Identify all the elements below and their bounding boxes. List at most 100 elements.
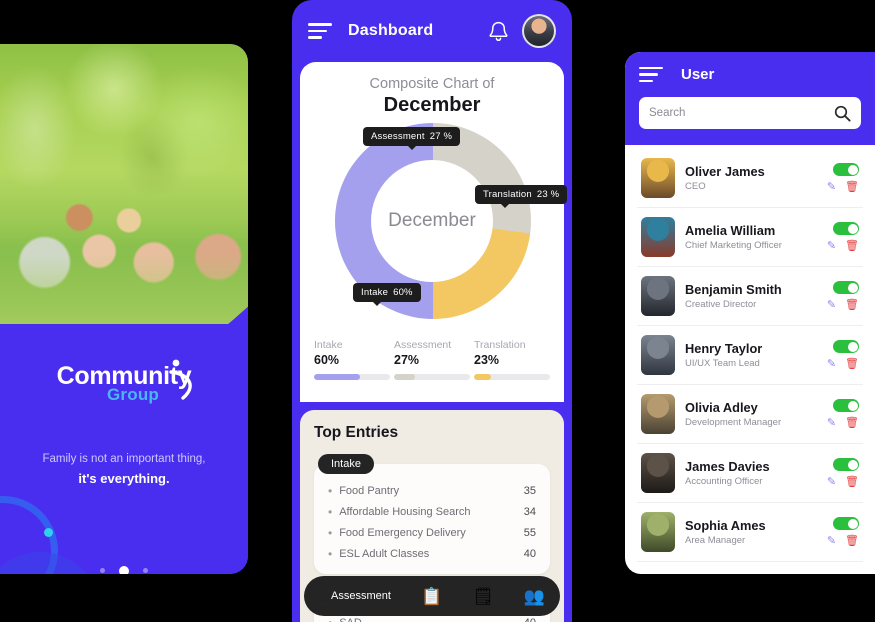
pencil-icon[interactable]: ✎ bbox=[827, 475, 836, 488]
chart-title: December bbox=[383, 94, 481, 116]
user-role: Area Manager bbox=[685, 535, 746, 546]
trash-icon[interactable]: 🗑 bbox=[845, 534, 859, 547]
entry-value: 40 bbox=[524, 617, 536, 622]
pencil-icon[interactable]: ✎ bbox=[827, 298, 836, 311]
user-name: Henry Taylor bbox=[685, 341, 763, 356]
report-document-icon[interactable]: 🗒 bbox=[472, 588, 494, 605]
hamburger-icon[interactable] bbox=[308, 23, 332, 39]
pencil-icon[interactable]: ✎ bbox=[827, 534, 836, 547]
people-group-icon[interactable]: 👥 bbox=[524, 588, 545, 605]
screenshot-stage: Community Group Family is not an importa… bbox=[0, 0, 875, 622]
legend-item-intake: Intake 60% bbox=[314, 339, 390, 380]
search-icon[interactable] bbox=[834, 105, 851, 122]
bullet-icon: • bbox=[328, 504, 333, 519]
user-list: Oliver James CEO ✎ 🗑 Amelia William Chief Mar… bbox=[625, 145, 875, 562]
legend-label: Assessment bbox=[394, 339, 452, 351]
trash-icon[interactable]: 🗑 bbox=[845, 298, 859, 311]
trash-icon[interactable]: 🗑 bbox=[845, 180, 859, 193]
entry-row[interactable]: • Affordable Housing Search 34 bbox=[326, 501, 538, 522]
clipboard-list-icon[interactable]: 📋 bbox=[421, 588, 442, 605]
entry-row[interactable]: • Food Pantry 35 bbox=[326, 480, 538, 501]
status-toggle[interactable] bbox=[833, 340, 859, 353]
user-panel-title: User bbox=[681, 66, 715, 83]
trash-icon[interactable]: 🗑 bbox=[845, 239, 859, 252]
user-role: CEO bbox=[685, 181, 706, 192]
tagline-line-2: it's everything. bbox=[78, 470, 170, 486]
brand-block: Community Group Family is not an importa… bbox=[0, 359, 248, 489]
entry-name: Food Pantry bbox=[339, 484, 400, 497]
tooltip-intake: Intake 60% bbox=[353, 283, 421, 306]
tagline-line-1: Family is not an important thing, bbox=[42, 453, 206, 465]
status-toggle[interactable] bbox=[833, 281, 859, 294]
legend-progress-bar bbox=[314, 374, 390, 380]
pager-dot-3[interactable] bbox=[143, 568, 149, 574]
entry-value: 34 bbox=[523, 505, 536, 518]
entry-row[interactable]: • ESL Adult Classes 40 bbox=[326, 543, 538, 564]
user-row[interactable]: Amelia William Chief Marketing Officer ✎ 🗑 bbox=[637, 208, 863, 267]
tagline: Family is not an important thing, it's e… bbox=[0, 451, 248, 489]
entry-row[interactable]: • Food Emergency Delivery 55 bbox=[326, 522, 538, 543]
decorative-dot bbox=[44, 528, 53, 537]
legend-value: 23% bbox=[474, 353, 500, 367]
user-row[interactable]: James Davies Accounting Officer ✎ 🗑 bbox=[637, 444, 863, 503]
chart-card: Composite Chart of December December Ass… bbox=[300, 62, 568, 402]
status-toggle[interactable] bbox=[833, 222, 859, 235]
search-input[interactable] bbox=[649, 107, 834, 119]
tooltip-translation: Translation 23 % bbox=[475, 185, 568, 208]
legend-item-translation: Translation 23% bbox=[474, 339, 550, 380]
avatar[interactable] bbox=[522, 14, 556, 48]
legend-progress-bar bbox=[394, 374, 470, 380]
avatar bbox=[641, 512, 675, 552]
bullet-icon: • bbox=[328, 616, 332, 622]
user-row[interactable]: Benjamin Smith Creative Director ✎ 🗑 bbox=[637, 267, 863, 326]
user-name: Oliver James bbox=[685, 164, 765, 179]
status-toggle[interactable] bbox=[833, 458, 859, 471]
avatar bbox=[641, 217, 675, 257]
user-name: Benjamin Smith bbox=[685, 282, 782, 297]
user-row[interactable]: Oliver James CEO ✎ 🗑 bbox=[637, 149, 863, 208]
pencil-icon[interactable]: ✎ bbox=[827, 239, 836, 252]
donut-center-label: December bbox=[388, 210, 476, 231]
top-entries-title: Top Entries bbox=[314, 424, 399, 441]
pager-dots[interactable] bbox=[0, 562, 248, 574]
pencil-icon[interactable]: ✎ bbox=[827, 416, 836, 429]
trash-icon[interactable]: 🗑 bbox=[845, 475, 859, 488]
entry-name: ESL Adult Classes bbox=[339, 547, 430, 560]
user-row[interactable]: Henry Taylor UI/UX Team Lead ✎ 🗑 bbox=[637, 326, 863, 385]
swoosh-icon bbox=[169, 359, 193, 400]
trash-icon[interactable]: 🗑 bbox=[845, 416, 859, 429]
user-name: Amelia William bbox=[685, 223, 776, 238]
entry-name: SAD bbox=[339, 617, 362, 622]
trash-icon[interactable]: 🗑 bbox=[845, 357, 859, 370]
pager-dot-2-active[interactable] bbox=[119, 565, 129, 574]
entry-value: 35 bbox=[523, 484, 536, 497]
legend-progress-bar bbox=[474, 374, 550, 380]
legend-item-assessment: Assessment 27% bbox=[394, 339, 470, 380]
status-toggle[interactable] bbox=[833, 399, 859, 412]
hamburger-icon[interactable] bbox=[639, 66, 663, 83]
pencil-icon[interactable]: ✎ bbox=[827, 357, 836, 370]
status-toggle[interactable] bbox=[833, 517, 859, 530]
avatar bbox=[641, 394, 675, 434]
bullet-icon: • bbox=[328, 525, 333, 540]
user-name: Olivia Adley bbox=[685, 400, 758, 415]
user-role: UI/UX Team Lead bbox=[685, 358, 760, 369]
pager-dot-1[interactable] bbox=[99, 568, 105, 574]
entry-name: Affordable Housing Search bbox=[339, 505, 471, 518]
search-bar[interactable] bbox=[639, 97, 861, 129]
tooltip-assessment-value: 27 % bbox=[429, 131, 453, 142]
avatar bbox=[641, 335, 675, 375]
user-role: Creative Director bbox=[685, 299, 757, 310]
logo: Community Group bbox=[57, 359, 193, 403]
tooltip-assessment: Assessment 27 % bbox=[363, 127, 461, 150]
bell-icon[interactable] bbox=[489, 21, 508, 42]
user-row[interactable]: Olivia Adley Development Manager ✎ 🗑 bbox=[637, 385, 863, 444]
entry-group: Intake • Food Pantry 35 • Affordable Housing … bbox=[314, 454, 550, 574]
user-role: Development Manager bbox=[685, 417, 782, 428]
user-row[interactable]: Sophia Ames Area Manager ✎ 🗑 bbox=[637, 503, 863, 562]
onboarding-panel: Community Group Family is not an importa… bbox=[0, 44, 248, 574]
legend-label: Translation bbox=[474, 339, 526, 351]
pencil-icon[interactable]: ✎ bbox=[827, 180, 836, 193]
page-title: Dashboard bbox=[348, 22, 434, 39]
status-toggle[interactable] bbox=[833, 163, 859, 176]
